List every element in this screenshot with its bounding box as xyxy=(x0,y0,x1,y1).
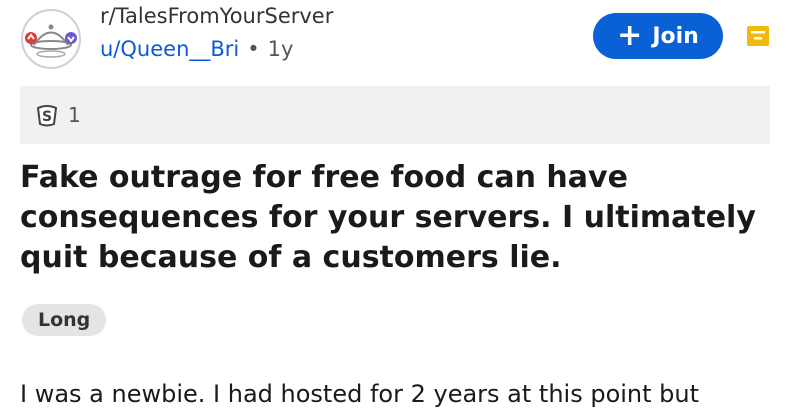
post-body-preview: I was a newbie. I had hosted for 2 years… xyxy=(20,380,700,408)
author-username[interactable]: u/Queen__Bri xyxy=(100,37,239,61)
award-count: 1 xyxy=(68,103,81,127)
post-title[interactable]: Fake outrage for free food can have cons… xyxy=(20,158,760,278)
subreddit-name[interactable]: r/TalesFromYourServer xyxy=(100,4,333,28)
post-meta: u/Queen__Bri • 1y xyxy=(100,37,293,61)
join-button[interactable]: + Join xyxy=(593,13,723,59)
post-flair[interactable]: Long xyxy=(22,304,107,336)
menu-icon[interactable] xyxy=(746,24,770,48)
awards-bar: S 1 xyxy=(20,86,770,144)
join-button-label: Join xyxy=(652,23,699,49)
svg-text:S: S xyxy=(42,109,52,125)
meta-separator: • xyxy=(247,37,260,61)
post-age: 1y xyxy=(267,37,294,61)
award-icon[interactable]: S xyxy=(34,102,60,128)
subreddit-avatar-icon[interactable] xyxy=(20,8,82,70)
plus-icon: + xyxy=(617,18,643,53)
